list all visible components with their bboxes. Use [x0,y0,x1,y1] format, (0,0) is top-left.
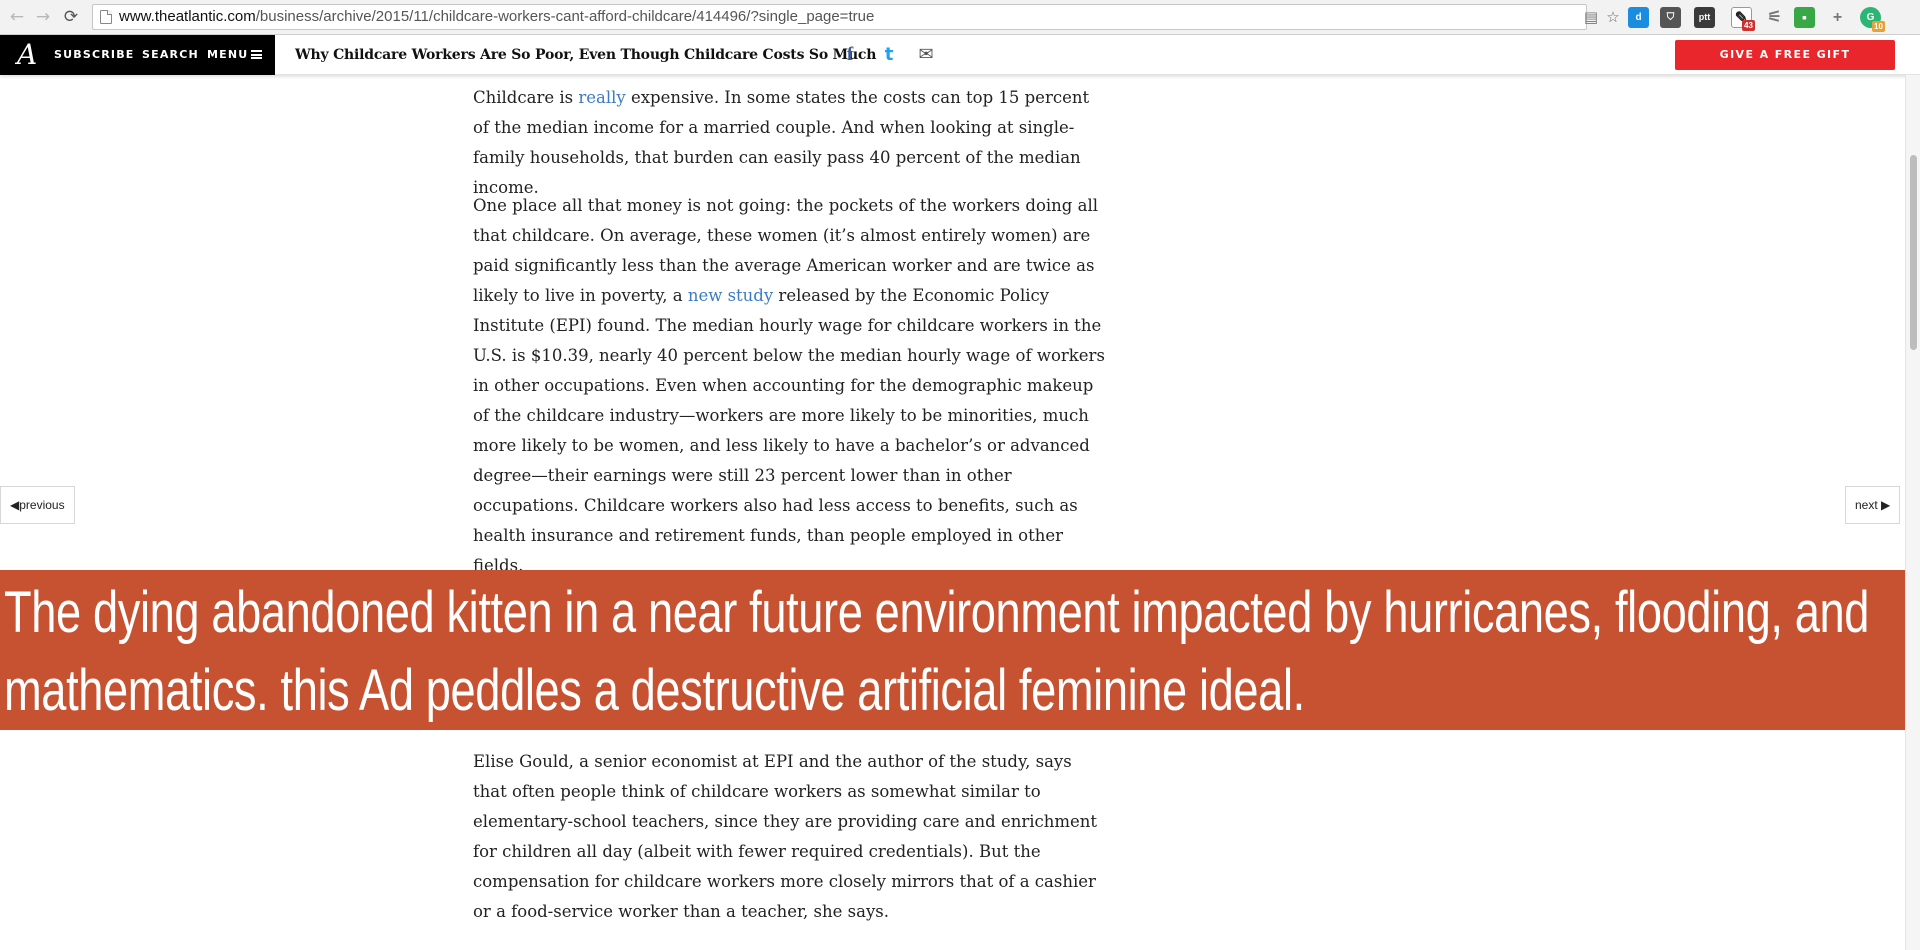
menu-label: MENU [207,48,249,61]
grammarly-icon[interactable]: G 10 [1860,7,1885,32]
grammarly-badge: 10 [1872,21,1885,32]
url-host: www.theatlantic.com [119,8,256,25]
previous-button[interactable]: ◀previous [0,486,75,524]
email-icon[interactable]: ✉ [913,43,939,67]
brand-bar: A SUBSCRIBE SEARCH MENU [0,35,275,75]
url-text[interactable]: www.theatlantic.com/business/archive/201… [119,8,874,25]
back-arrow-icon[interactable]: ← [6,6,28,28]
antenna-icon[interactable]: ⚟ [1764,7,1785,28]
pencil-icon[interactable]: ✎ 43 [1731,7,1755,31]
next-label: next [1855,498,1878,512]
page-icon [100,10,112,24]
twitter-icon[interactable]: t [876,43,902,67]
star-icon[interactable]: ☆ [1604,8,1622,26]
banner-text: The dying abandoned kitten in a near fut… [4,580,1870,723]
previous-arrow-icon: ◀ [10,498,20,512]
give-free-gift-button[interactable]: GIVE A FREE GIFT [1675,40,1895,70]
url-path: /business/archive/2015/11/childcare-work… [255,8,875,25]
p1-text-start: Childcare is [473,88,579,107]
previous-label: previous [19,498,65,512]
pocket-icon[interactable]: ⛉ [1660,7,1681,28]
next-arrow-icon: ▶ [1881,498,1891,512]
menu-button[interactable]: MENU [207,35,263,75]
article-paragraph-1: Childcare is really expensive. In some s… [473,83,1105,203]
really-link[interactable]: really [578,88,625,107]
readability-icon[interactable]: d [1628,7,1649,28]
article-paragraph-2: One place all that money is not going: t… [473,191,1105,581]
atlantic-logo[interactable]: A [17,37,37,73]
next-button[interactable]: next ▶ [1845,486,1901,524]
scrollbar-thumb[interactable] [1910,155,1917,350]
banner-overlay: The dying abandoned kitten in a near fut… [0,570,1920,730]
article-headline: Why Childcare Workers Are So Poor, Even … [295,47,877,63]
subscribe-link[interactable]: SUBSCRIBE [54,35,135,75]
p2-text-end: released by the Economic Policy Institut… [473,286,1105,575]
address-bar[interactable]: www.theatlantic.com/business/archive/201… [92,4,1620,30]
page-scrollbar[interactable] [1905,75,1920,950]
plus-icon[interactable]: + [1827,7,1848,28]
search-link[interactable]: SEARCH [142,35,199,75]
reload-icon[interactable]: ⟳ [60,6,82,28]
browser-toolbar: ← → ⟳ www.theatlantic.com/business/archi… [0,0,1920,35]
green-square-icon[interactable]: ▪ [1794,7,1815,28]
forward-arrow-icon[interactable]: → [32,6,54,28]
reader-view-icon[interactable]: ▤ [1582,8,1600,26]
site-header: A SUBSCRIBE SEARCH MENU Why Childcare Wo… [0,35,1920,75]
ptt-icon[interactable]: ptt [1694,7,1715,28]
facebook-icon[interactable]: f [840,43,860,67]
hamburger-icon [251,50,263,59]
article-paragraph-3: Elise Gould, a senior economist at EPI a… [473,752,1098,921]
pencil-badge: 43 [1742,20,1755,31]
new-study-link[interactable]: new study [688,286,773,305]
